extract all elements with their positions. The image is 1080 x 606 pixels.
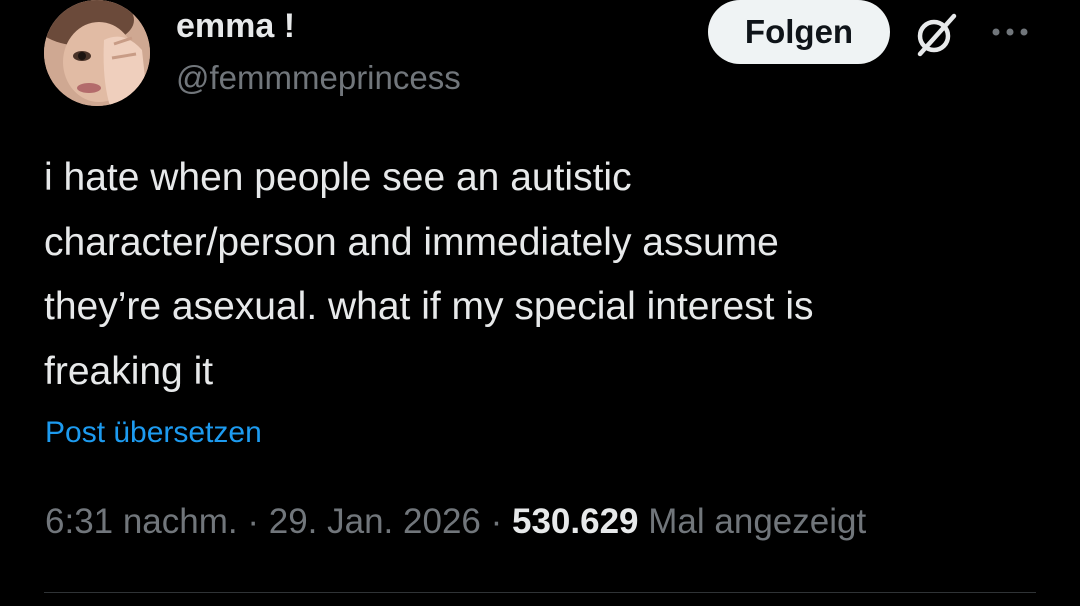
author-display-name[interactable]: emma ! [176,6,295,46]
tweet-text: i hate when people see an autistic chara… [44,146,1034,404]
grok-icon[interactable] [912,10,960,58]
author-handle[interactable]: @femmmeprincess [176,58,461,98]
tweet-text-line: they’re asexual. what if my special inte… [44,285,814,328]
post-date[interactable]: 29. Jan. 2026 [269,502,481,541]
tweet-meta: 6:31 nachm. · 29. Jan. 2026 · 530.629 Ma… [45,500,866,544]
translate-post-link[interactable]: Post übersetzen [45,414,262,452]
profile-photo-icon [44,0,150,106]
more-options-icon[interactable] [988,20,1032,44]
avatar[interactable] [44,0,150,106]
tweet-text-line: freaking it [44,349,214,393]
post-time[interactable]: 6:31 nachm. [45,502,238,541]
tweet-text-line: character/person and immediately assume [44,220,779,264]
views-count[interactable]: 530.629 [512,502,639,541]
views-label: Mal angezeigt [648,502,867,541]
tweet-text-line: i hate when people see an autistic [44,156,632,199]
meta-separator: · [490,502,503,541]
follow-button[interactable]: Folgen [708,0,890,64]
meta-separator: · [247,502,260,541]
divider [44,592,1036,593]
